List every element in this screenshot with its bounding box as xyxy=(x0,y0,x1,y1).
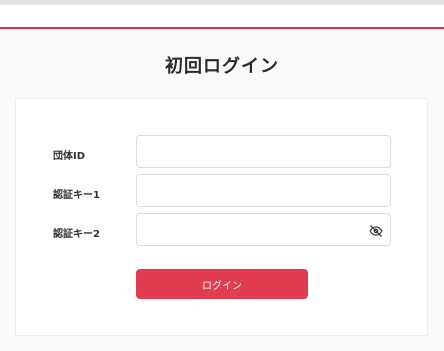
login-button[interactable]: ログイン xyxy=(136,269,308,299)
eye-off-icon[interactable] xyxy=(369,223,383,237)
auth-key-2-input[interactable] xyxy=(137,214,390,245)
org-id-label: 団体ID xyxy=(53,151,86,162)
org-id-field-wrapper xyxy=(136,135,391,168)
auth-key-1-label: 認証キー1 xyxy=(53,190,100,201)
org-id-input[interactable] xyxy=(137,136,390,167)
top-header-bar xyxy=(0,0,444,29)
auth-key-1-input[interactable] xyxy=(137,175,390,206)
auth-key-1-field-wrapper xyxy=(136,174,391,207)
auth-key-2-field-wrapper xyxy=(136,213,391,246)
auth-key-2-label: 認証キー2 xyxy=(53,229,100,240)
page-title: 初回ログイン xyxy=(165,56,279,77)
login-form-card: 団体ID 認証キー1 認証キー2 ログイン xyxy=(15,98,428,336)
